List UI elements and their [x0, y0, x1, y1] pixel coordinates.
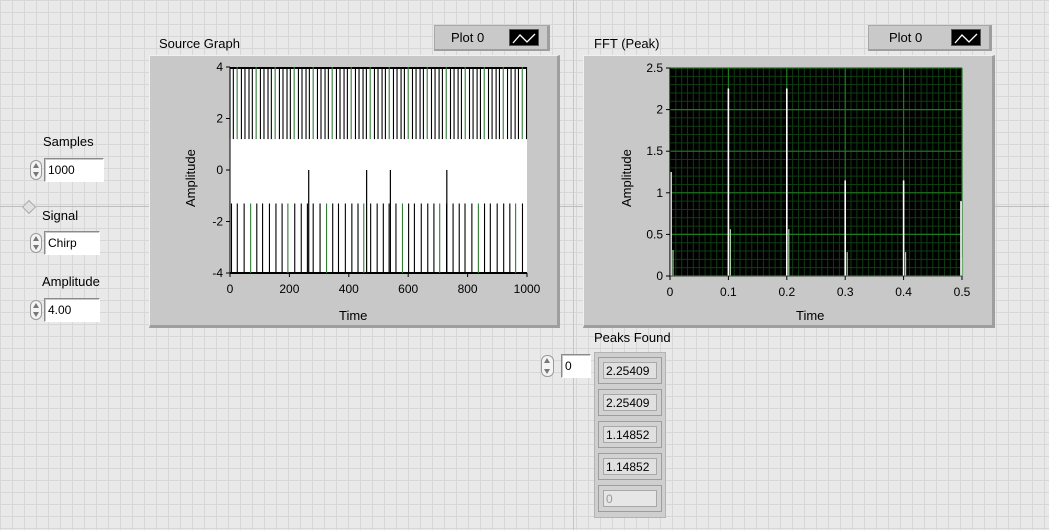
source-plot-legend[interactable]: Plot 0 [434, 25, 550, 51]
peaks-index-spinner-icon[interactable] [541, 355, 554, 377]
fft-y-tick-label: 0 [656, 269, 663, 283]
fft-y-tick-label: 2 [656, 103, 663, 117]
signal-ring-control[interactable]: Chirp [30, 231, 102, 255]
peaks-index-control[interactable]: 0 [541, 354, 591, 378]
samples-field[interactable]: 1000 [44, 158, 104, 182]
fft-x-tick-label: 0.2 [778, 285, 795, 299]
fft-x-tick-label: 0.4 [895, 285, 912, 299]
fft-x-tick-label: 0.3 [837, 285, 854, 299]
plot-line-icon [509, 29, 539, 46]
fft-legend-label: Plot 0 [889, 30, 923, 45]
source-y-tick-label: 0 [216, 163, 223, 177]
source-y-ticks: 4 2 0 -2 -4 [212, 60, 230, 280]
amplitude-control[interactable]: 4.00 [30, 298, 102, 322]
fft-y-tick-label: 0.5 [646, 227, 663, 241]
samples-control[interactable]: 1000 [30, 158, 106, 182]
peak-value: 2.25409 [598, 389, 662, 416]
fft-x-tick-label: 0 [667, 285, 674, 299]
peaks-found-label: Peaks Found [594, 330, 671, 345]
amplitude-field[interactable]: 4.00 [44, 298, 100, 322]
peaks-index-field[interactable]: 0 [561, 354, 591, 378]
peak-value: 2.25409 [598, 357, 662, 384]
fft-plot-legend[interactable]: Plot 0 [868, 25, 992, 51]
fft-y-tick-label: 1 [656, 186, 663, 200]
fft-y-tick-label: 1.5 [646, 144, 663, 158]
source-x-tick-label: 800 [458, 282, 478, 296]
source-x-tick-label: 600 [398, 282, 418, 296]
peak-value: 1.14852 [598, 453, 662, 480]
peak-value-text: 1.14852 [603, 458, 657, 475]
peak-value-text: 0 [603, 490, 657, 507]
peak-value-text: 2.25409 [603, 394, 657, 411]
wire-junction-icon [21, 199, 37, 215]
fft-x-axis-label: Time [796, 308, 824, 323]
source-x-tick-label: 400 [339, 282, 359, 296]
background-wire-vertical [573, 0, 574, 530]
fft-x-tick-label: 0.5 [954, 285, 971, 299]
amplitude-label: Amplitude [42, 274, 100, 289]
signal-label: Signal [42, 208, 79, 223]
peak-value-empty: 0 [598, 485, 662, 512]
fft-x-tick-label: 0.1 [720, 285, 737, 299]
source-y-tick-label: 2 [216, 112, 223, 126]
signal-spinner-icon[interactable] [30, 233, 42, 253]
fft-x-ticks: 0 0.1 0.2 0.3 0.4 0.5 [667, 276, 971, 299]
peak-value-text: 1.14852 [603, 426, 657, 443]
peak-value: 1.14852 [598, 421, 662, 448]
source-y-axis-label: Amplitude [183, 149, 198, 207]
fft-graph[interactable]: 2.5 2 1.5 1 0.5 0 0 0.1 0.2 0.3 0.4 0.5 Time Ampli… [583, 55, 995, 328]
source-legend-label: Plot 0 [451, 30, 485, 45]
source-x-axis-label: Time [339, 308, 367, 323]
source-graph[interactable]: 4 2 0 -2 -4 0 200 400 600 800 1000 Time Amplitude [149, 55, 560, 328]
fft-y-ticks: 2.5 2 1.5 1 0.5 0 [646, 61, 671, 283]
fft-y-tick-label: 2.5 [646, 61, 663, 75]
samples-spinner-icon[interactable] [30, 160, 42, 180]
source-graph-title: Source Graph [159, 36, 240, 51]
fft-y-axis-label: Amplitude [619, 149, 634, 207]
samples-label: Samples [43, 134, 94, 149]
plot-line-icon [951, 29, 981, 46]
source-x-tick-label: 1000 [514, 282, 541, 296]
amplitude-spinner-icon[interactable] [30, 300, 42, 320]
source-y-tick-label: -2 [212, 215, 223, 229]
signal-field[interactable]: Chirp [44, 231, 100, 255]
source-y-tick-label: -4 [212, 266, 223, 280]
source-x-ticks: 0 200 400 600 800 1000 [227, 273, 541, 296]
peak-value-text: 2.25409 [603, 362, 657, 379]
fft-graph-title: FFT (Peak) [594, 36, 660, 51]
source-y-tick-label: 4 [216, 60, 223, 74]
source-x-tick-label: 200 [279, 282, 299, 296]
source-x-tick-label: 0 [227, 282, 234, 296]
